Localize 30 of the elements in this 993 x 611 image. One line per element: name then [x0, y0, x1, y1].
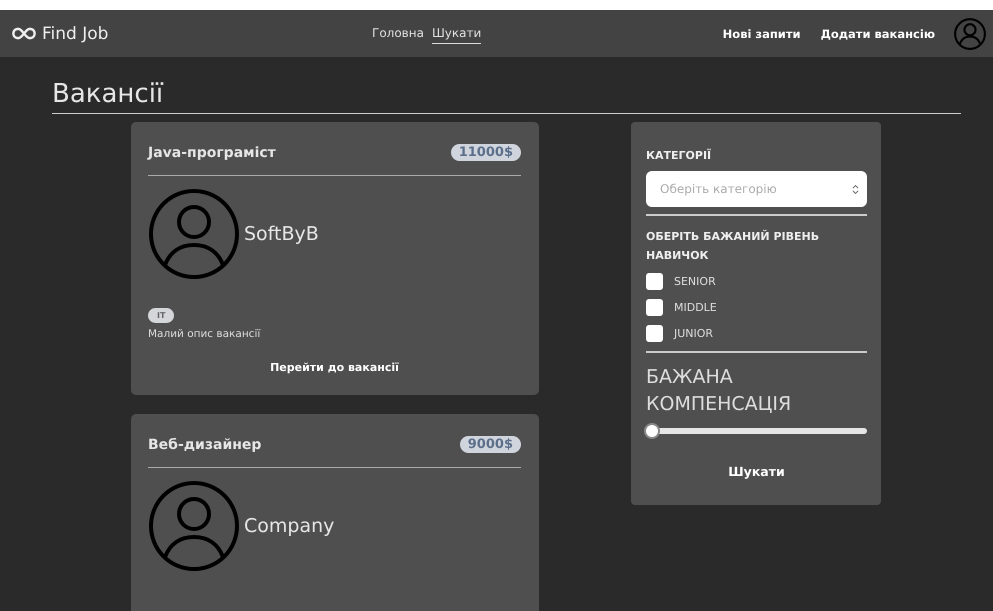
- filter-label: КАТЕГОРІЇ: [646, 149, 712, 162]
- salary-badge: 11000$: [450, 144, 521, 161]
- company-name: Company: [244, 515, 334, 537]
- checkbox-label: JUNIOR: [674, 327, 714, 340]
- nav-link[interactable]: Додати вакансію: [820, 26, 935, 40]
- category-tag: IT: [148, 308, 174, 323]
- filter-label: ОБЕРІТЬ БАЖАНИЙ РІВЕНЬ НАВИЧОК: [646, 228, 820, 264]
- user-icon: [148, 188, 240, 280]
- vacancy-description: Малий опис вакансії: [148, 328, 262, 340]
- checkbox-label: MIDDLE: [674, 301, 717, 314]
- company-name: SoftByB: [244, 223, 319, 245]
- job-title: Java-програміст: [148, 144, 276, 160]
- compensation-label: БАЖАНА КОМПЕНСАЦІЯ: [646, 365, 792, 417]
- nav-link[interactable]: Шукати: [432, 23, 482, 44]
- slider-thumb[interactable]: [646, 425, 658, 437]
- checkbox[interactable]: [646, 273, 663, 290]
- chevron-icon: [852, 184, 859, 194]
- nav-link[interactable]: Головна: [372, 23, 424, 44]
- search-button[interactable]: Шукати: [722, 463, 791, 480]
- job-title: Веб-дизайнер: [148, 436, 262, 452]
- checkbox[interactable]: [646, 325, 663, 342]
- compensation-slider[interactable]: [646, 425, 867, 437]
- brand-name[interactable]: Find Job: [42, 24, 108, 44]
- nav-link[interactable]: Нові запити: [722, 26, 801, 40]
- infinity-icon: [12, 27, 36, 40]
- checkbox[interactable]: [646, 299, 663, 316]
- checkbox-label: SENIOR: [674, 275, 716, 288]
- salary-badge: 9000$: [460, 436, 521, 453]
- user-icon: [148, 480, 240, 572]
- vacancy-link[interactable]: Перейти до вакансії: [270, 361, 399, 374]
